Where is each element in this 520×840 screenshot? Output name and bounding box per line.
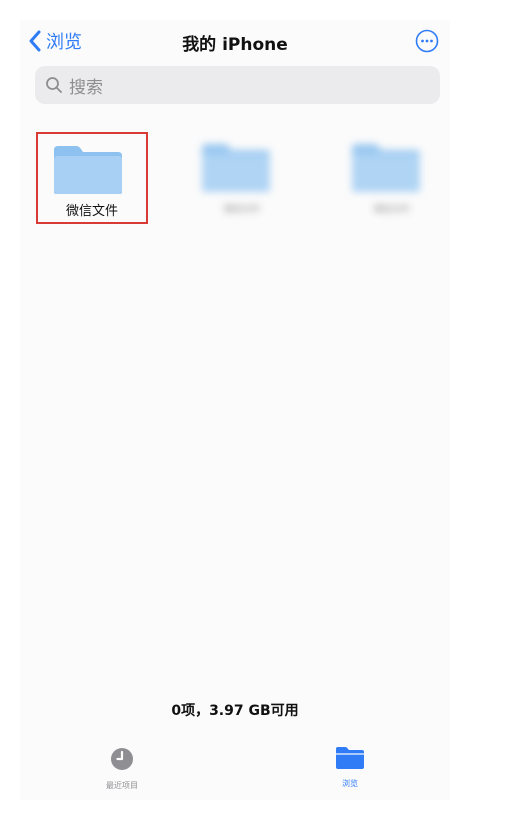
file-item-blurred-1[interactable]: 微信文件 [186, 132, 298, 224]
page-title: 我的 iPhone [182, 35, 288, 55]
folder-icon [352, 144, 420, 192]
search-icon [46, 77, 62, 93]
files-app-screen: 浏览 我的 iPhone 搜索 微信文件 微信文件 微信文件 0项，3.97 G… [20, 20, 450, 800]
file-label: 微信文件 [373, 205, 410, 215]
tab-browse[interactable]: 浏览 [305, 746, 395, 789]
navigation-bar: 浏览 我的 iPhone [20, 20, 450, 64]
file-label: 微信文件 [223, 205, 260, 215]
tab-bar: 最近项目 浏览 [20, 738, 450, 800]
tab-label: 浏览 [342, 779, 358, 788]
search-field[interactable]: 搜索 [35, 66, 440, 104]
file-label: 微信文件 [65, 204, 118, 219]
tab-label: 最近项目 [106, 781, 138, 790]
storage-status: 0项，3.97 GB可用 [171, 703, 299, 719]
folder-fill-icon [336, 747, 364, 769]
tab-recents[interactable]: 最近项目 [77, 746, 167, 791]
clock-icon [111, 748, 133, 770]
folder-icon [54, 146, 122, 194]
search-placeholder: 搜索 [69, 77, 103, 98]
folder-icon [202, 144, 270, 192]
ellipsis-circle-icon[interactable] [415, 29, 439, 53]
file-item-blurred-2[interactable]: 微信文件 [336, 132, 448, 224]
file-item-wechat[interactable]: 微信文件 [36, 132, 148, 224]
